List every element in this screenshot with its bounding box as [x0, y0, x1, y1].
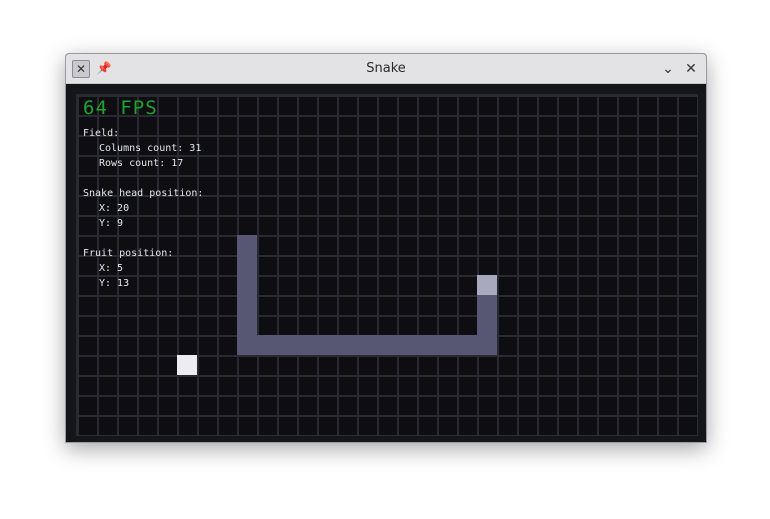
- snake-segment: [477, 335, 497, 355]
- snake-segment: [357, 335, 377, 355]
- snake-segment: [477, 315, 497, 335]
- title-bar[interactable]: ✕ 📌 Snake ⌄ ✕: [66, 54, 706, 84]
- snake-segment: [237, 295, 257, 315]
- fruit-x: X: 5: [99, 263, 124, 274]
- snake-segment: [297, 335, 317, 355]
- snake-head-x: X: 20: [99, 203, 130, 214]
- snake-segment: [317, 335, 337, 355]
- close-icon[interactable]: ✕: [681, 59, 701, 79]
- snake-segment: [237, 275, 257, 295]
- field-label: Field:: [83, 128, 120, 139]
- fruit: [177, 355, 197, 375]
- snake-segment: [237, 315, 257, 335]
- fruit-y: Y: 13: [99, 278, 130, 289]
- snake-segment: [237, 335, 257, 355]
- snake-head: [477, 275, 497, 295]
- snake-segment: [397, 335, 417, 355]
- snake-segment: [337, 335, 357, 355]
- snake-segment: [237, 235, 257, 255]
- snake-segment: [457, 335, 477, 355]
- snake-segment: [257, 335, 277, 355]
- snake-head-label: Snake head position:: [83, 188, 204, 199]
- game-window: ✕ 📌 Snake ⌄ ✕ 64 FPS Field: Columns coun…: [65, 53, 707, 443]
- columns-count: Columns count: 31: [99, 143, 202, 154]
- chevron-down-icon[interactable]: ⌄: [658, 59, 678, 79]
- snake-segment: [477, 295, 497, 315]
- window-title: Snake: [366, 61, 406, 76]
- snake-segment: [437, 335, 457, 355]
- fps-counter: 64 FPS: [83, 97, 158, 119]
- snake-segment: [237, 255, 257, 275]
- snake-segment: [277, 335, 297, 355]
- snake-segment: [377, 335, 397, 355]
- snake-segment: [417, 335, 437, 355]
- rows-count: Rows count: 17: [99, 158, 184, 169]
- snake-head-y: Y: 9: [99, 218, 124, 229]
- fruit-label: Fruit position:: [83, 248, 174, 259]
